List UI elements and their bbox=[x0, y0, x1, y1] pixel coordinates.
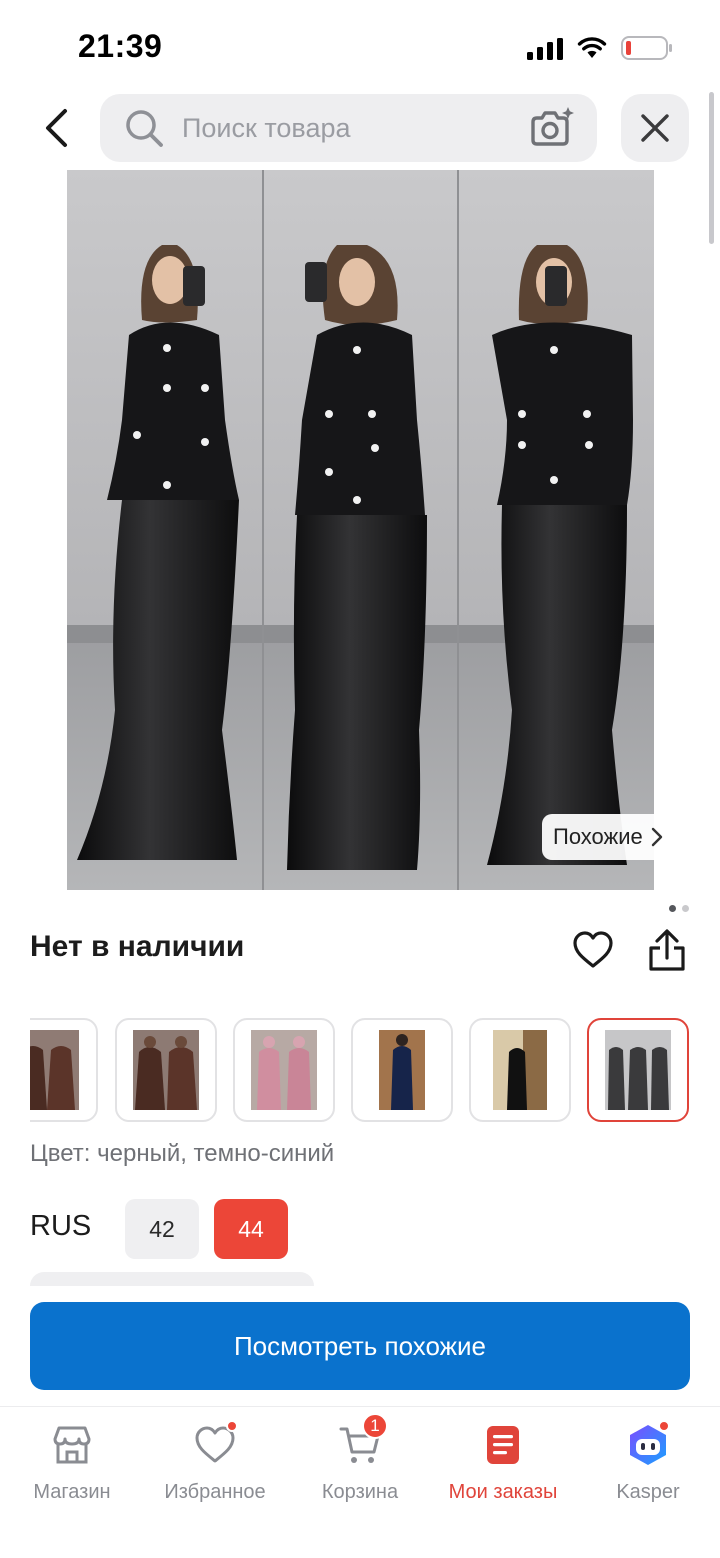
similar-label: Похожие bbox=[553, 824, 643, 849]
variant-image bbox=[379, 1030, 425, 1110]
cart-badge: 1 bbox=[362, 1413, 388, 1439]
nav-label-kasper: Kasper bbox=[616, 1481, 680, 1503]
share-icon[interactable] bbox=[646, 928, 688, 972]
nav-item-favorites[interactable]: Избранное bbox=[150, 1419, 280, 1509]
variants-strip bbox=[30, 1018, 692, 1122]
nav-item-orders[interactable]: Мои заказы bbox=[438, 1419, 568, 1509]
notification-dot bbox=[226, 1420, 238, 1432]
variant-image bbox=[133, 1030, 199, 1110]
scroll-indicator bbox=[709, 92, 714, 244]
store-icon bbox=[53, 1426, 91, 1464]
variant-thumb[interactable] bbox=[30, 1018, 98, 1122]
signal-icon bbox=[527, 38, 563, 60]
close-button[interactable] bbox=[621, 94, 689, 162]
search-input[interactable] bbox=[182, 94, 512, 162]
variant-image bbox=[30, 1030, 79, 1110]
similar-button[interactable]: Похожие bbox=[542, 814, 690, 860]
notification-dot bbox=[658, 1420, 670, 1432]
size-option-selected[interactable]: 44 bbox=[214, 1199, 288, 1259]
variant-thumb-selected[interactable] bbox=[587, 1018, 689, 1122]
variant-image bbox=[493, 1030, 547, 1110]
back-button[interactable] bbox=[34, 104, 78, 152]
size-table-chip[interactable] bbox=[30, 1272, 314, 1286]
close-icon bbox=[641, 114, 669, 142]
bottom-nav: Магазин Избранное 1 Корзина Мои заказы K… bbox=[0, 1406, 720, 1558]
nav-item-store[interactable]: Магазин bbox=[7, 1419, 137, 1509]
product-photo[interactable] bbox=[67, 170, 654, 890]
status-bar: 21:39 bbox=[0, 0, 720, 92]
view-similar-button[interactable]: Посмотреть похожие bbox=[30, 1302, 690, 1390]
variant-thumb[interactable] bbox=[351, 1018, 453, 1122]
wifi-icon bbox=[577, 37, 607, 58]
battery-icon bbox=[621, 36, 672, 60]
status-time: 21:39 bbox=[78, 28, 163, 64]
image-page-indicator bbox=[669, 905, 689, 912]
page-dot bbox=[682, 905, 689, 912]
heart-icon[interactable] bbox=[572, 930, 614, 970]
nav-label-store: Магазин bbox=[33, 1481, 111, 1503]
nav-label-favorites: Избранное bbox=[164, 1481, 266, 1503]
search-icon bbox=[126, 110, 163, 147]
search-box[interactable] bbox=[100, 94, 597, 162]
variant-image bbox=[251, 1030, 317, 1110]
variant-thumb[interactable] bbox=[233, 1018, 335, 1122]
variant-thumb[interactable] bbox=[115, 1018, 217, 1122]
availability-status: Нет в наличии bbox=[30, 930, 245, 963]
nav-item-kasper[interactable]: Kasper bbox=[583, 1419, 713, 1509]
variant-image bbox=[605, 1030, 671, 1110]
product-photo-illustration bbox=[67, 170, 654, 890]
chevron-right-icon bbox=[651, 827, 662, 847]
size-system-label: RUS bbox=[30, 1210, 92, 1242]
chevron-left-icon bbox=[46, 109, 67, 147]
color-label: Цвет: черный, темно-синий bbox=[30, 1140, 335, 1167]
size-option[interactable]: 42 bbox=[125, 1199, 199, 1259]
camera-search-icon[interactable] bbox=[528, 106, 574, 150]
page-dot-active bbox=[669, 905, 676, 912]
variant-thumb[interactable] bbox=[469, 1018, 571, 1122]
orders-icon bbox=[487, 1426, 519, 1464]
nav-label-orders: Мои заказы bbox=[448, 1481, 558, 1503]
nav-item-cart[interactable]: 1 Корзина bbox=[295, 1413, 425, 1509]
nav-label-cart: Корзина bbox=[321, 1481, 399, 1503]
